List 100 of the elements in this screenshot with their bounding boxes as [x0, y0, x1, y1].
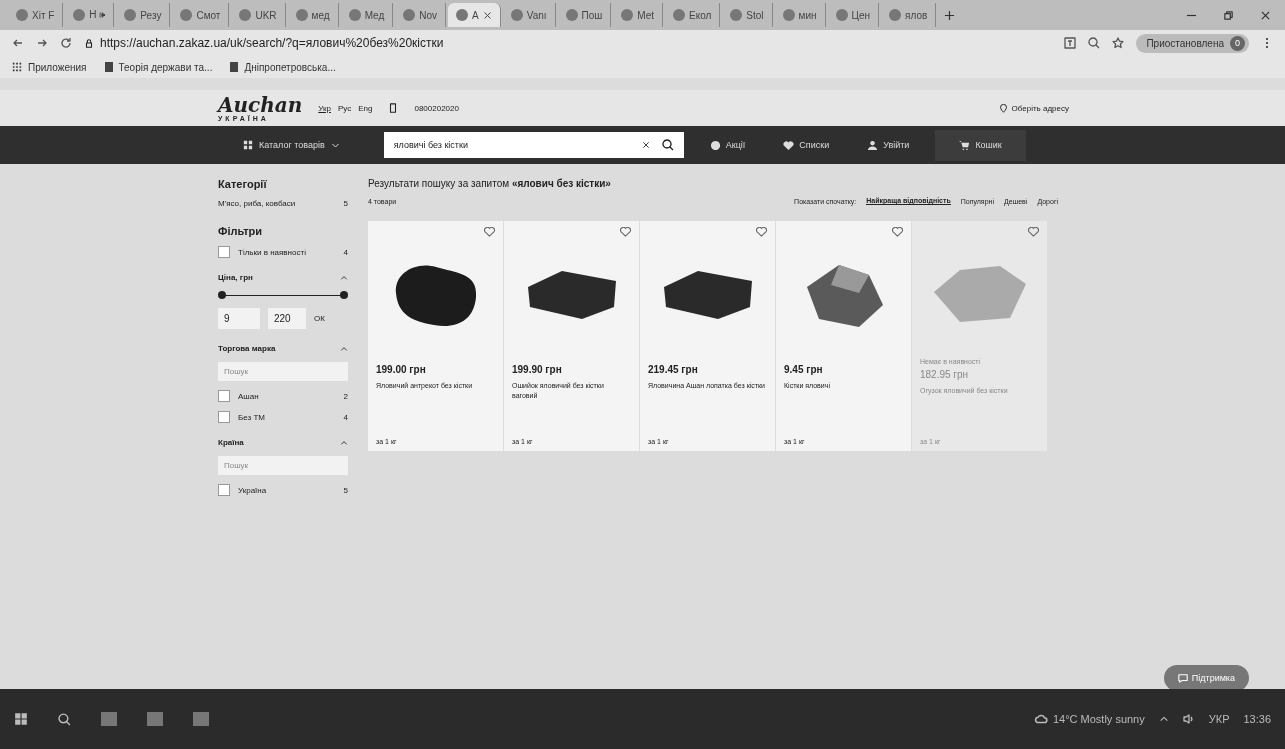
search-field[interactable]: яловичі без кістки: [383, 132, 684, 158]
address-link[interactable]: Оберіть адресу: [1011, 103, 1069, 113]
phone-icon: [388, 103, 399, 113]
back-icon[interactable]: [12, 37, 24, 49]
chevron-up-icon[interactable]: [340, 344, 348, 353]
clock[interactable]: 13:36: [1243, 713, 1271, 725]
checkbox[interactable]: [218, 246, 230, 258]
heart-icon: [783, 139, 795, 151]
browser-tab[interactable]: Хіт F: [8, 3, 64, 27]
slider-handle[interactable]: [218, 291, 226, 299]
browser-tab[interactable]: мин: [774, 3, 826, 27]
nav-link[interactable]: Списки: [771, 133, 842, 157]
filter-count: 4: [343, 412, 348, 422]
browser-tab[interactable]: А: [448, 3, 501, 27]
cloud-icon: [1033, 712, 1048, 726]
section-title: Фільтри: [218, 225, 264, 237]
filter-title: Торгова марка: [218, 344, 276, 353]
filter-label: Україна: [238, 485, 268, 495]
restore-icon[interactable]: [1223, 9, 1234, 21]
search-icon[interactable]: [58, 712, 71, 726]
browser-tab[interactable]: Пош: [557, 3, 612, 27]
browser-tab[interactable]: Nov: [395, 3, 447, 27]
bookmark-icon: [230, 62, 239, 72]
support-button[interactable]: Підтримка: [1163, 665, 1249, 689]
product-price: 182.95 грн: [920, 369, 970, 380]
apps-icon: [12, 62, 22, 72]
browser-tab[interactable]: Екол: [665, 3, 721, 27]
language-link[interactable]: Eng: [358, 103, 373, 113]
bookmark[interactable]: Дніпропетровська...: [244, 61, 336, 73]
product-price: 219.45 грн: [648, 364, 699, 375]
close-icon[interactable]: [1260, 9, 1271, 21]
translate-icon[interactable]: [1064, 37, 1077, 49]
browser-tab[interactable]: Met: [613, 3, 663, 27]
browser-tab[interactable]: Мед: [340, 3, 394, 27]
pin-icon: [998, 103, 1008, 113]
heart-icon[interactable]: [756, 227, 767, 237]
zoom-icon[interactable]: [1088, 37, 1101, 49]
filter-count: 2: [343, 391, 348, 401]
filter-label: Тільки в наявності: [238, 247, 307, 257]
cart-icon: [959, 139, 971, 151]
chevron-up-icon[interactable]: [1158, 714, 1169, 724]
category-link[interactable]: М'ясо, риба, ковбаси 5: [218, 199, 348, 208]
browser-tab[interactable]: мед: [287, 3, 339, 27]
star-icon[interactable]: [1112, 37, 1125, 49]
nav-link[interactable]: Увійти: [855, 133, 922, 157]
profile-button[interactable]: Приостановлена 0: [1136, 33, 1249, 53]
product-price: 9.45 грн: [784, 364, 824, 375]
language-link[interactable]: Рус: [337, 103, 352, 113]
phone-number: 0800202020: [414, 103, 459, 113]
lock-icon: [84, 38, 94, 48]
heart-icon[interactable]: [620, 227, 631, 237]
heart-icon[interactable]: [1028, 227, 1039, 237]
product-price: 199.00 грн: [376, 364, 427, 375]
language-indicator[interactable]: УКР: [1208, 713, 1230, 725]
bookmark-icon: [104, 62, 113, 72]
forward-icon[interactable]: [36, 37, 48, 49]
browser-tab[interactable]: Резу: [116, 3, 171, 27]
speaker-icon[interactable]: [1182, 713, 1195, 725]
checkbox[interactable]: [218, 411, 230, 423]
percent-icon: [709, 139, 721, 151]
filter-count: 5: [343, 485, 348, 495]
browser-tab[interactable]: Цен: [827, 3, 880, 27]
close-icon[interactable]: [482, 10, 492, 20]
grid-icon: [243, 140, 253, 150]
weather-text[interactable]: 14°C Mostly sunny: [1052, 713, 1145, 725]
browser-tab[interactable]: UKR: [231, 3, 286, 27]
chat-icon: [1177, 673, 1188, 683]
filter-title: Ціна, грн: [218, 273, 253, 282]
search-icon[interactable]: [661, 139, 674, 151]
filter-label: Без ТМ: [238, 412, 266, 422]
filter-label: Ашан: [238, 391, 260, 401]
results-heading: Результати пошуку за запитом «ялович без кістки»: [368, 178, 612, 189]
start-icon[interactable]: [14, 712, 28, 726]
catalog-button[interactable]: Каталог товарів: [235, 134, 348, 156]
max-price-field[interactable]: 220: [268, 308, 306, 329]
checkbox[interactable]: [218, 390, 230, 402]
heart-icon[interactable]: [484, 227, 495, 237]
chevron-up-icon[interactable]: [340, 438, 348, 447]
filter-count: 4: [343, 247, 348, 257]
clear-icon[interactable]: [641, 141, 650, 149]
language-link[interactable]: Укр: [318, 103, 331, 113]
new-tab-icon[interactable]: [944, 9, 956, 21]
browser-tab[interactable]: Н 🕪: [65, 3, 115, 27]
section-title: Категорії: [218, 178, 268, 190]
bookmark[interactable]: Приложения: [28, 61, 87, 73]
heart-icon[interactable]: [892, 227, 903, 237]
nav-link[interactable]: Акції: [697, 133, 758, 157]
browser-tab[interactable]: ялов: [881, 3, 937, 27]
chevron-up-icon[interactable]: [340, 273, 348, 282]
checkbox[interactable]: [218, 484, 230, 496]
browser-tab[interactable]: Vanı: [502, 3, 556, 27]
slider-handle[interactable]: [340, 291, 348, 299]
reload-icon[interactable]: [60, 37, 72, 49]
browser-tab[interactable]: Смот: [172, 3, 230, 27]
ok-button[interactable]: ОК: [314, 314, 325, 323]
bookmark[interactable]: Теорія держави та...: [118, 61, 213, 73]
min-price-field[interactable]: 9: [218, 308, 260, 329]
user-icon: [867, 139, 879, 151]
browser-tab[interactable]: Stol: [722, 3, 773, 27]
address-bar[interactable]: https://auchan.zakaz.ua/uk/search/?q=ялович%20без%20кістки: [100, 36, 444, 50]
